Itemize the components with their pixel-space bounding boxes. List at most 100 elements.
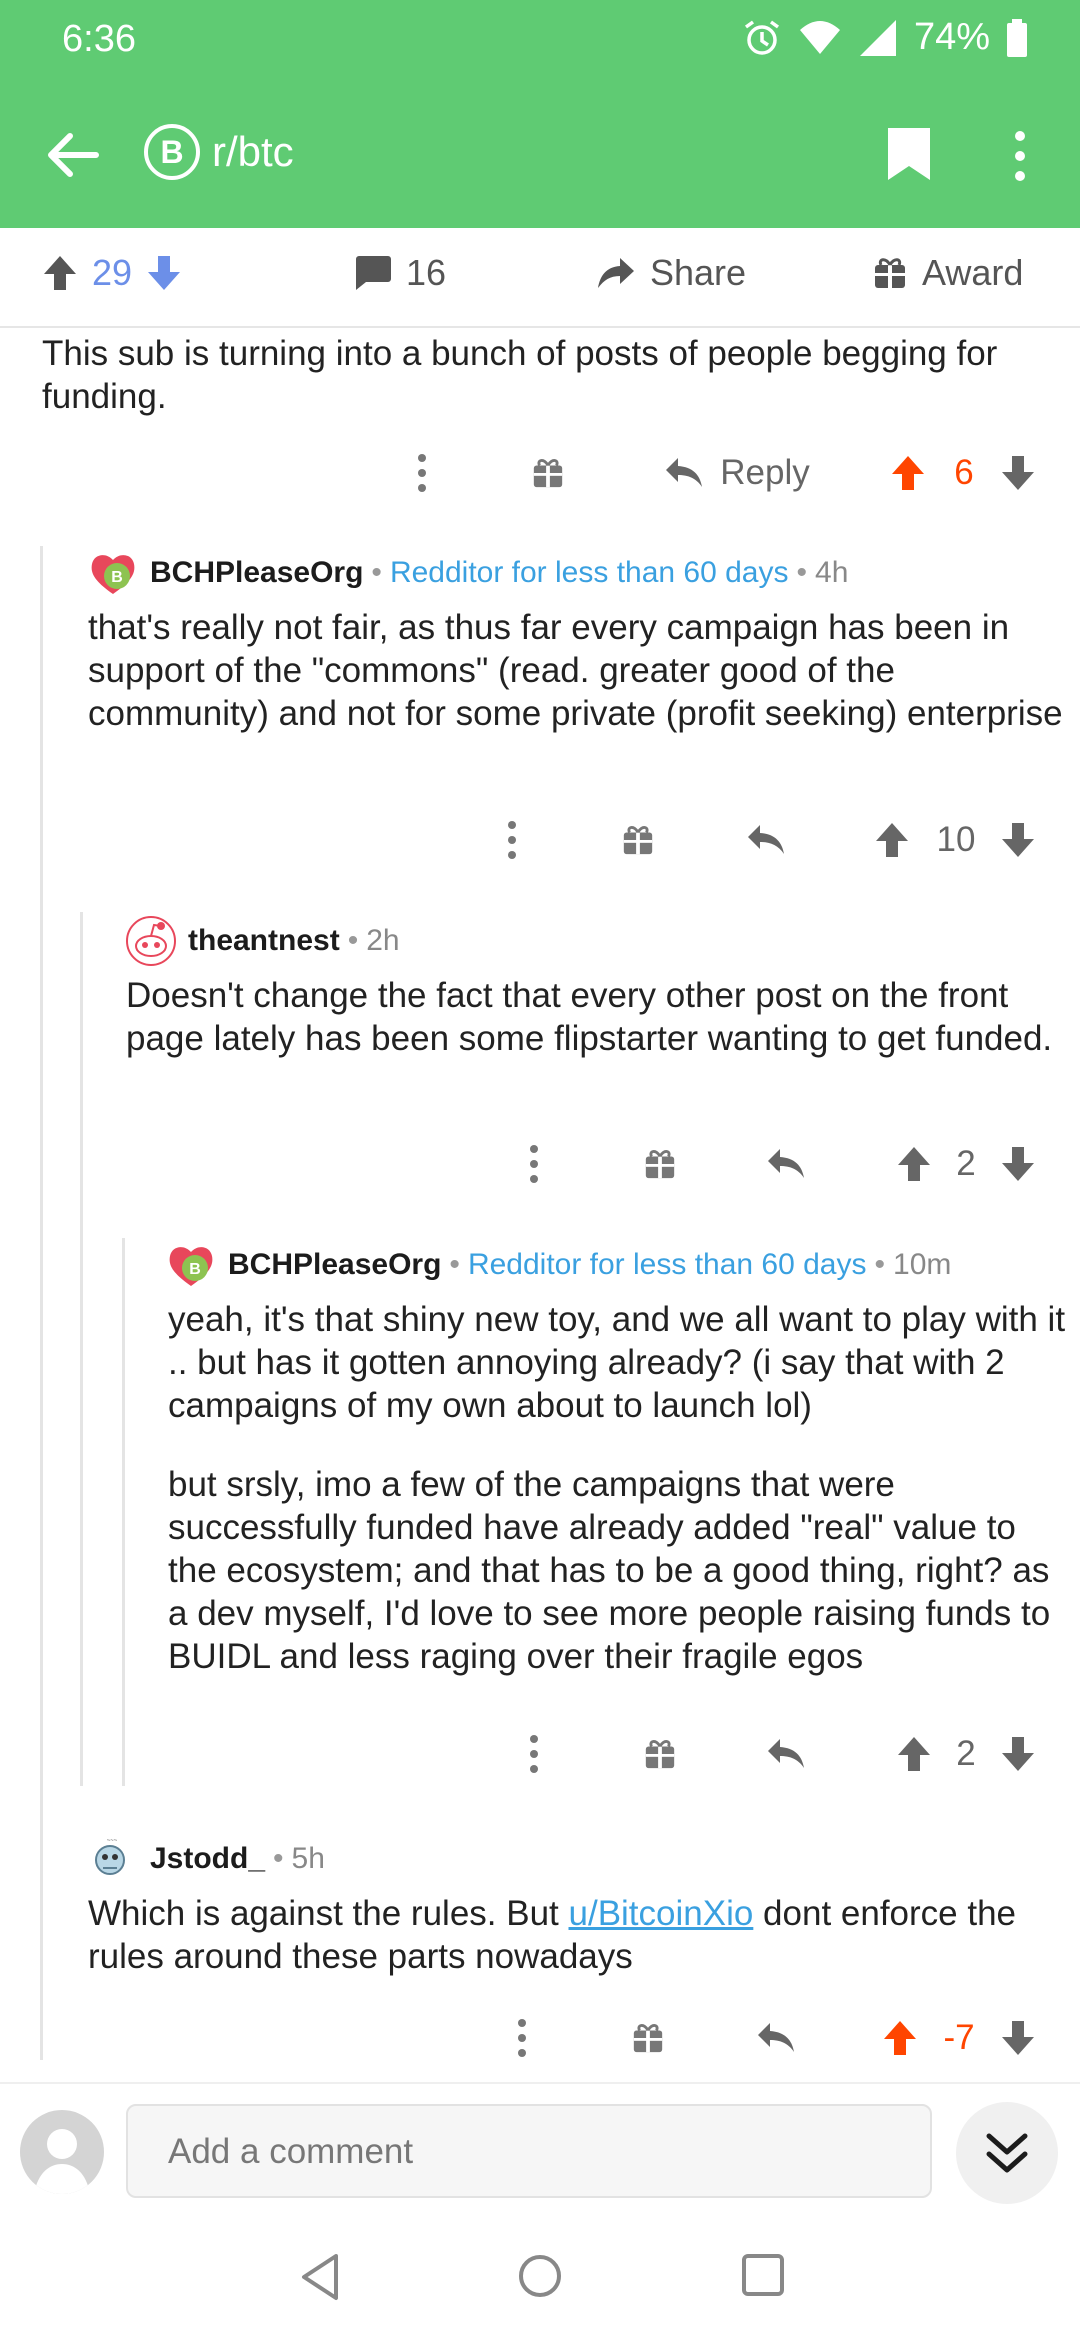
status-icons: 74% bbox=[742, 16, 1028, 59]
reply-icon bbox=[664, 456, 704, 490]
bookmark-icon[interactable] bbox=[886, 126, 932, 182]
upvote-icon[interactable] bbox=[880, 2008, 920, 2068]
avatar[interactable]: ~~~ bbox=[88, 1834, 138, 1884]
comment-body: Which is against the rules. But u/Bitcoi… bbox=[88, 1892, 1068, 1978]
upvote-icon[interactable] bbox=[894, 1134, 934, 1194]
comment-body: yeah, it's that shiny new toy, and we al… bbox=[168, 1298, 1068, 1678]
subreddit-name[interactable]: r/btc bbox=[212, 128, 294, 176]
gift-icon[interactable] bbox=[638, 1134, 682, 1194]
comment-2-actions: 2 bbox=[0, 1134, 1080, 1194]
comment-score: -7 bbox=[943, 2018, 975, 2057]
post-score: 29 bbox=[92, 252, 133, 293]
comment-meta: theantnest • 2h bbox=[126, 916, 1066, 966]
reply-icon[interactable] bbox=[744, 810, 788, 870]
comment-time: 2h bbox=[366, 924, 400, 957]
upvote-icon[interactable] bbox=[888, 443, 928, 503]
comment-4-actions: -7 bbox=[0, 2008, 1080, 2068]
comment-meta: B BCHPleaseOrg • Redditor for less than … bbox=[168, 1240, 1068, 1290]
comment-paragraph: that's really not fair, as thus far ever… bbox=[88, 608, 1063, 733]
post-action-bar: 29 16 Share Award bbox=[0, 228, 1080, 328]
nav-recents-icon[interactable] bbox=[740, 2252, 786, 2298]
avatar[interactable]: B bbox=[88, 548, 138, 598]
more-vert-icon[interactable] bbox=[514, 1134, 554, 1194]
award-button[interactable]: Award bbox=[872, 252, 1023, 294]
svg-text:~~~: ~~~ bbox=[107, 1838, 118, 1844]
share-button[interactable]: Share bbox=[596, 252, 746, 294]
comment-paragraph: but srsly, imo a few of the campaigns th… bbox=[168, 1465, 1051, 1676]
comment-text: Which is against the rules. But bbox=[88, 1894, 569, 1933]
gift-icon[interactable] bbox=[638, 1724, 682, 1784]
comment-composer: Add a comment bbox=[0, 2082, 1080, 2222]
gift-icon[interactable] bbox=[526, 443, 570, 503]
bitcoin-icon[interactable]: B bbox=[144, 124, 200, 180]
comment-body: Doesn't change the fact that every other… bbox=[126, 974, 1066, 1060]
share-icon bbox=[596, 254, 636, 292]
system-nav-bar bbox=[0, 2222, 1080, 2340]
reply-icon[interactable] bbox=[754, 2008, 798, 2068]
separator-dot: • bbox=[874, 1248, 886, 1281]
more-vert-icon[interactable] bbox=[514, 1724, 554, 1784]
upvote-icon[interactable] bbox=[872, 810, 912, 870]
add-comment-input[interactable]: Add a comment bbox=[126, 2104, 932, 2198]
comment-author[interactable]: Jstodd_ bbox=[150, 1842, 265, 1876]
more-vert-icon[interactable] bbox=[1000, 126, 1040, 186]
comment-meta: B BCHPleaseOrg • Redditor for less than … bbox=[88, 548, 1068, 598]
thread-line-level-3[interactable] bbox=[122, 1238, 125, 1786]
comment-1: B BCHPleaseOrg • Redditor for less than … bbox=[88, 548, 1068, 735]
gift-icon[interactable] bbox=[616, 810, 660, 870]
svg-text:B: B bbox=[189, 1261, 201, 1278]
post-vote-group: 29 bbox=[42, 252, 182, 294]
reply-button[interactable]: Reply bbox=[652, 443, 822, 503]
downvote-icon[interactable] bbox=[998, 1134, 1038, 1194]
comment-paragraph: yeah, it's that shiny new toy, and we al… bbox=[168, 1300, 1066, 1425]
comment-author[interactable]: theantnest bbox=[188, 924, 340, 958]
downvote-icon[interactable] bbox=[998, 1724, 1038, 1784]
comment-author[interactable]: BCHPleaseOrg bbox=[228, 1248, 441, 1282]
downvote-icon[interactable] bbox=[146, 254, 182, 292]
nav-back-icon[interactable] bbox=[298, 2252, 342, 2302]
user-avatar[interactable] bbox=[20, 2110, 104, 2194]
comment-paragraph: Which is against the rules. But u/Bitcoi… bbox=[88, 1892, 1068, 1978]
upvote-icon[interactable] bbox=[42, 254, 78, 292]
gift-icon[interactable] bbox=[626, 2008, 670, 2068]
separator-dot: • bbox=[371, 556, 382, 589]
comment-2: theantnest • 2h Doesn't change the fact … bbox=[126, 916, 1066, 1060]
comment-time: 10m bbox=[893, 1248, 952, 1281]
comment-score: 2 bbox=[956, 1734, 976, 1773]
avatar[interactable] bbox=[126, 916, 176, 966]
nav-home-icon[interactable] bbox=[516, 2252, 564, 2300]
battery-icon bbox=[1006, 18, 1028, 58]
comment-3: B BCHPleaseOrg • Redditor for less than … bbox=[168, 1240, 1068, 1678]
comment-author[interactable]: BCHPleaseOrg bbox=[150, 556, 363, 590]
top-app-header: 6:36 74% B r/btc bbox=[0, 0, 1080, 228]
double-chevron-down-icon[interactable] bbox=[956, 2102, 1058, 2204]
reply-icon[interactable] bbox=[764, 1134, 808, 1194]
thread-line-level-2[interactable] bbox=[80, 912, 83, 1786]
comment-meta: ~~~ Jstodd_ • 5h bbox=[88, 1834, 1068, 1884]
separator-dot: • bbox=[449, 1248, 460, 1281]
separator-dot: • bbox=[347, 924, 359, 957]
back-arrow-icon[interactable] bbox=[40, 122, 106, 188]
user-flair: Redditor for less than 60 days bbox=[389, 556, 789, 589]
avatar[interactable]: B bbox=[166, 1240, 216, 1290]
downvote-icon[interactable] bbox=[998, 810, 1038, 870]
downvote-icon[interactable] bbox=[998, 443, 1038, 503]
thread-line-level-1[interactable] bbox=[40, 546, 43, 2060]
user-mention-link[interactable]: u/BitcoinXio bbox=[569, 1894, 754, 1933]
share-label: Share bbox=[650, 252, 747, 293]
comment-score: 6 bbox=[954, 453, 974, 492]
comment-paragraph: Doesn't change the fact that every other… bbox=[126, 976, 1053, 1058]
more-vert-icon[interactable] bbox=[402, 443, 442, 503]
comments-button[interactable]: 16 bbox=[352, 252, 446, 294]
upvote-icon[interactable] bbox=[894, 1724, 934, 1784]
more-vert-icon[interactable] bbox=[502, 2008, 542, 2068]
cell-signal-icon bbox=[858, 18, 898, 58]
comment-score: 2 bbox=[956, 1144, 976, 1183]
more-vert-icon[interactable] bbox=[492, 810, 532, 870]
comment-time: 5h bbox=[291, 1842, 325, 1875]
reply-icon[interactable] bbox=[764, 1724, 808, 1784]
downvote-icon[interactable] bbox=[998, 2008, 1038, 2068]
comment-1-actions: 10 bbox=[0, 810, 1080, 870]
separator-dot: • bbox=[273, 1842, 284, 1875]
comment-icon bbox=[352, 254, 392, 292]
